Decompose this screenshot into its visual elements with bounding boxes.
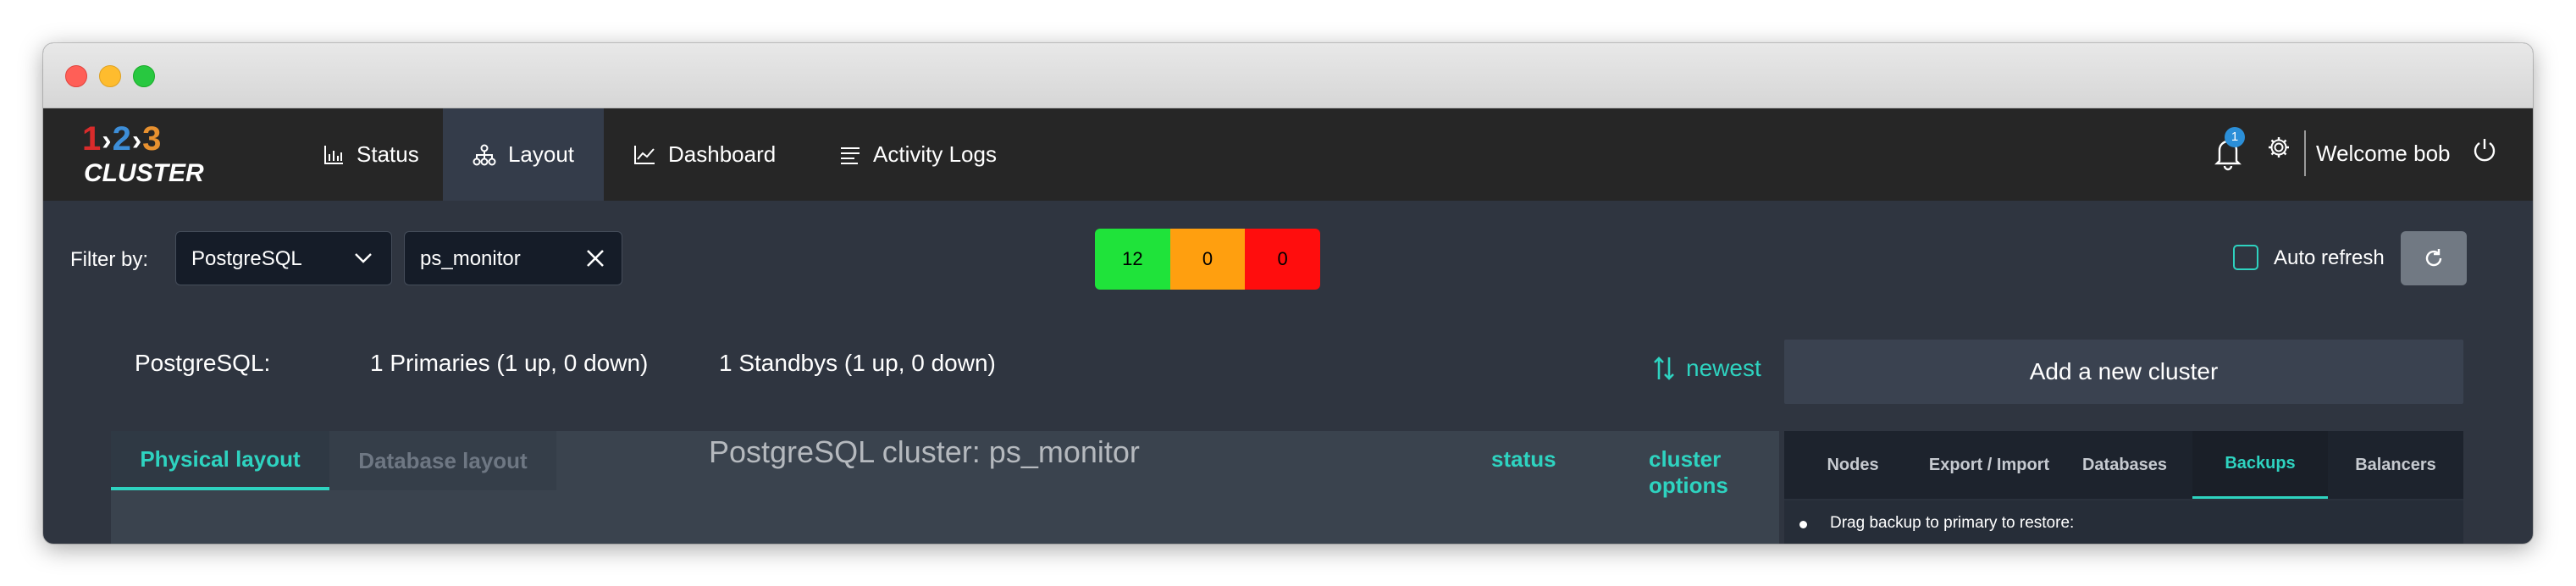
zoom-window-button[interactable] — [133, 65, 155, 87]
sitemap-icon — [473, 144, 496, 165]
header-divider — [2304, 130, 2306, 176]
bullet — [1799, 521, 1807, 528]
nav-activity-logs[interactable]: Activity Logs — [839, 108, 997, 201]
up-count[interactable]: 12 — [1095, 229, 1170, 290]
tab-backups[interactable]: Backups — [2192, 431, 2328, 499]
backups-panel: Drag backup to primary to restore: — [1784, 500, 2463, 544]
close-window-button[interactable] — [65, 65, 87, 87]
sort-toggle[interactable]: newest — [1652, 355, 1761, 382]
status-link[interactable]: status — [1491, 446, 1556, 473]
status-counts: 12 0 0 — [1095, 229, 1320, 290]
auto-refresh-checkbox[interactable] — [2233, 245, 2258, 270]
add-cluster-button[interactable]: Add a new cluster — [1784, 340, 2463, 404]
tab-database-layout[interactable]: Database layout — [329, 431, 556, 490]
right-panel: Nodes Export / Import Databases Backups … — [1784, 431, 2463, 544]
notification-badge: 1 — [2225, 127, 2245, 147]
app-window: 1›2›3 CLUSTER Status Layout Dashboard Ac… — [43, 43, 2533, 544]
gear-icon[interactable] — [2267, 135, 2291, 159]
cluster-options-link[interactable]: cluster options — [1649, 446, 1779, 499]
close-icon[interactable] — [584, 247, 606, 269]
minimize-window-button[interactable] — [99, 65, 121, 87]
welcome-text: Welcome bob — [2316, 141, 2451, 166]
cluster-search-input[interactable] — [418, 244, 574, 274]
top-navigation: 1›2›3 CLUSTER Status Layout Dashboard Ac… — [43, 108, 2533, 201]
auto-refresh-label[interactable]: Auto refresh — [2274, 246, 2385, 270]
logo-text: CLUSTER — [84, 159, 204, 187]
sort-label: newest — [1686, 355, 1761, 381]
down-count[interactable]: 0 — [1245, 229, 1320, 290]
cluster-type-value: PostgreSQL — [191, 247, 302, 270]
refresh-icon — [2425, 249, 2442, 267]
nav-status-label: Status — [357, 141, 419, 167]
summary-standbys: 1 Standbys (1 up, 0 down) — [719, 350, 996, 376]
nav-status[interactable]: Status — [314, 108, 458, 201]
layout-panel: Physical layout Database layout PostgreS… — [111, 431, 1779, 544]
tab-databases[interactable]: Databases — [2057, 431, 2192, 499]
nav-dashboard-label: Dashboard — [668, 141, 777, 167]
cluster-title: PostgreSQL cluster: ps_monitor — [709, 434, 1140, 469]
logo-numbers: 1›2›3 — [82, 120, 163, 158]
tab-nodes[interactable]: Nodes — [1784, 431, 1921, 499]
bar-chart-icon — [324, 145, 343, 164]
tab-balancers[interactable]: Balancers — [2328, 431, 2463, 499]
refresh-button[interactable] — [2401, 231, 2467, 285]
tab-physical-layout[interactable]: Physical layout — [111, 431, 329, 490]
nav-layout[interactable]: Layout — [443, 108, 604, 201]
chevron-down-icon — [355, 253, 372, 263]
logo[interactable]: 1›2›3 CLUSTER — [82, 120, 204, 188]
power-icon[interactable] — [2472, 137, 2497, 163]
cluster-type-select[interactable]: PostgreSQL — [175, 231, 392, 285]
sort-icon — [1654, 357, 1674, 380]
summary-kind: PostgreSQL: — [135, 350, 271, 376]
tab-export-import[interactable]: Export / Import — [1921, 431, 2057, 499]
nav-dashboard[interactable]: Dashboard — [633, 108, 776, 201]
nav-activity-label: Activity Logs — [873, 141, 997, 167]
filter-bar: Filter by: PostgreSQL 12 0 0 Auto refres… — [43, 201, 2533, 318]
backups-hint: Drag backup to primary to restore: — [1830, 514, 2075, 532]
line-chart-icon — [634, 145, 655, 164]
window-titlebar — [43, 43, 2533, 108]
warning-count[interactable]: 0 — [1169, 229, 1246, 290]
nav-layout-label: Layout — [507, 141, 575, 167]
list-icon — [841, 146, 860, 164]
summary-primaries: 1 Primaries (1 up, 0 down) — [370, 350, 649, 376]
cluster-search-field[interactable] — [404, 231, 622, 285]
filter-label: Filter by: — [70, 248, 149, 271]
